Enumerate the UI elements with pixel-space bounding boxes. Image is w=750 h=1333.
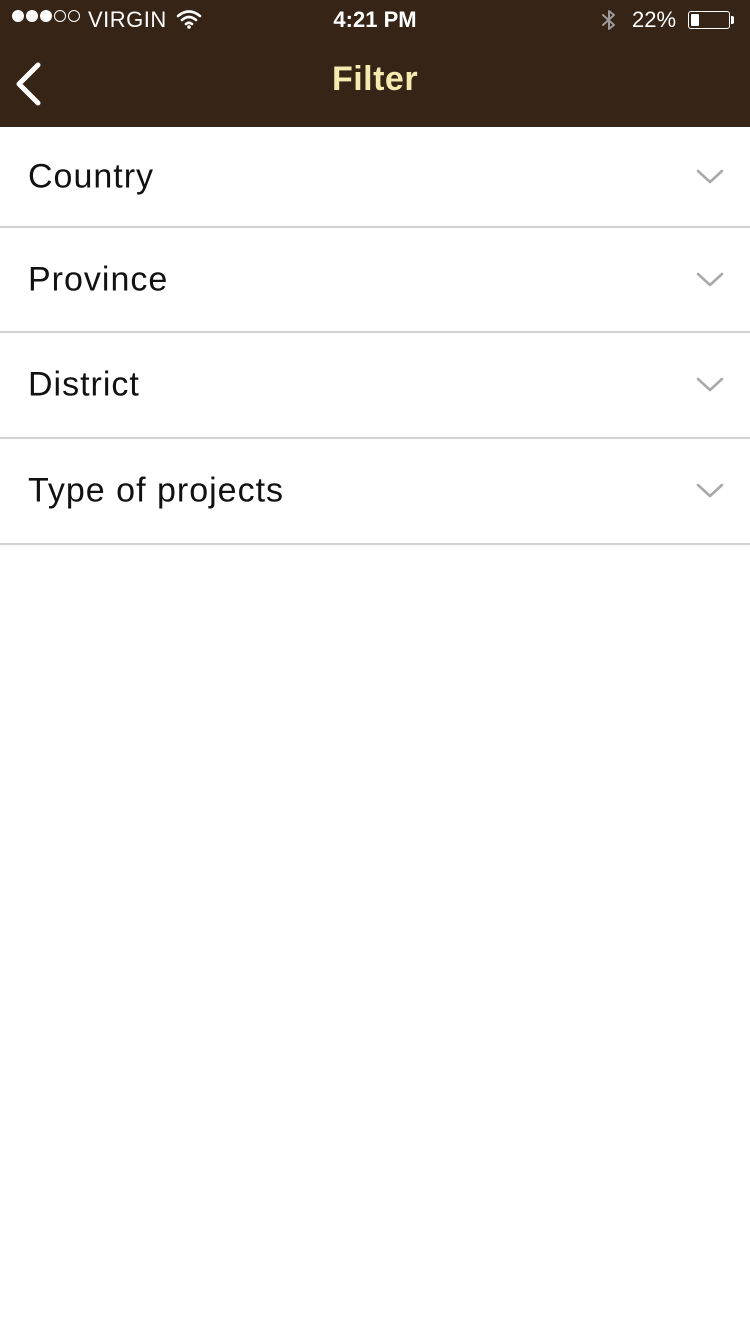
bluetooth-icon xyxy=(600,8,618,38)
filter-row-province[interactable]: Province xyxy=(0,228,750,333)
battery-percent: 22% xyxy=(632,7,677,32)
filter-label: Type of projects xyxy=(28,471,285,510)
battery-nub xyxy=(731,16,734,24)
status-bar: VIRGIN 4:21 PM 22% xyxy=(0,0,750,40)
battery-level xyxy=(691,14,699,26)
filter-list: Country Province District Type of projec… xyxy=(0,127,750,545)
filter-label: District xyxy=(28,365,140,404)
filter-row-district[interactable]: District xyxy=(0,333,750,439)
chevron-down-icon xyxy=(696,169,724,183)
page-title: Filter xyxy=(331,60,419,98)
battery-icon xyxy=(688,11,730,29)
chevron-down-icon xyxy=(696,272,724,286)
filter-row-type-of-projects[interactable]: Type of projects xyxy=(0,439,750,545)
chevron-down-icon xyxy=(696,483,724,498)
navigation-bar: VIRGIN 4:21 PM 22% Filter xyxy=(0,0,750,127)
filter-label: Province xyxy=(28,260,169,298)
filter-label: Country xyxy=(28,157,155,195)
filter-row-country[interactable]: Country xyxy=(0,127,750,228)
chevron-down-icon xyxy=(696,377,724,392)
